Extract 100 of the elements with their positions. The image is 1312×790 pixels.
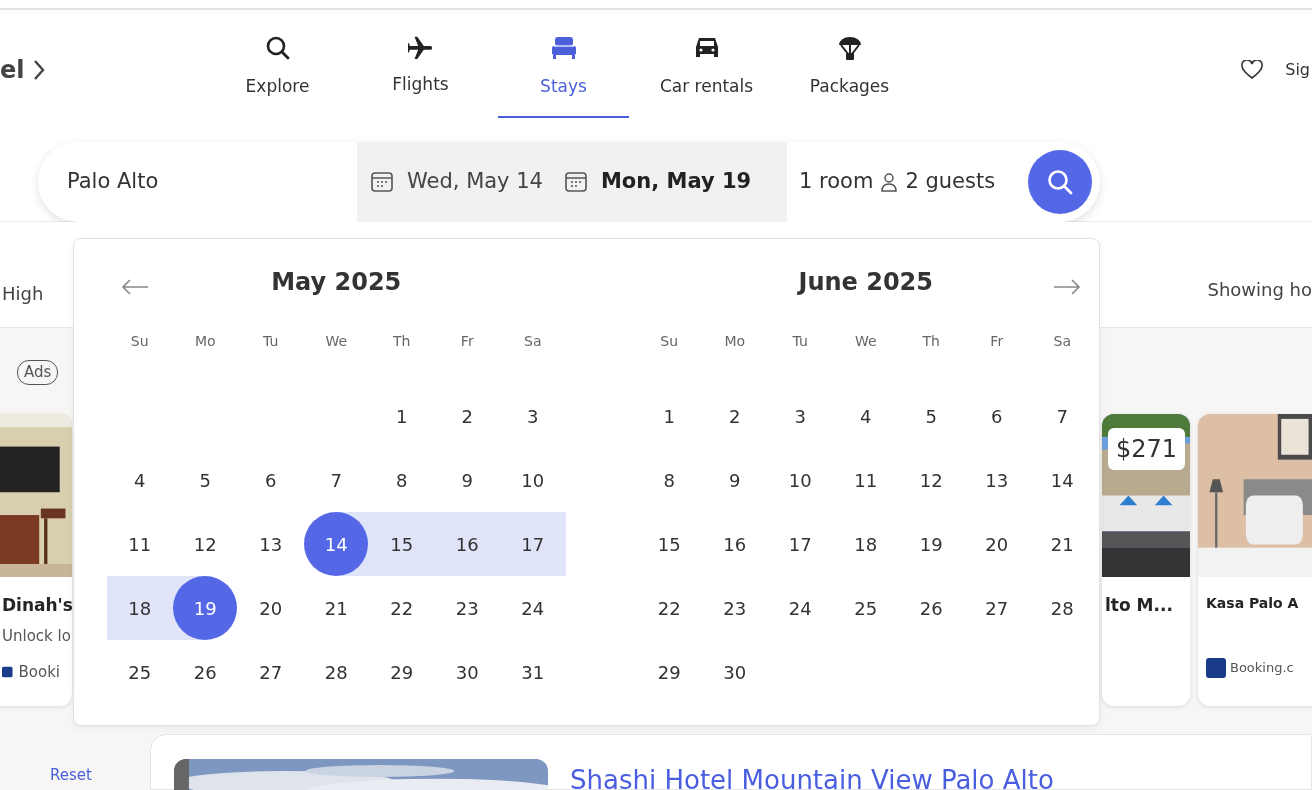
tab[interactable]: Stays — [492, 10, 635, 118]
bed-icon — [549, 34, 578, 62]
calendar-day[interactable]: 26 — [899, 576, 964, 640]
calendar-day[interactable]: 15 — [369, 512, 434, 576]
calendar-day[interactable]: 28 — [1030, 576, 1095, 640]
calendar-day[interactable]: 16 — [435, 512, 500, 576]
calendar-day[interactable]: 14 — [1030, 448, 1095, 512]
calendar-day[interactable]: 6 — [964, 384, 1029, 448]
calendar-day[interactable]: 16 — [702, 512, 767, 576]
calendar-day[interactable]: 12 — [173, 512, 238, 576]
calendar-day[interactable]: 27 — [238, 640, 303, 704]
calendar-day[interactable]: 24 — [768, 576, 833, 640]
calendar-day[interactable]: 17 — [768, 512, 833, 576]
search-button[interactable] — [1028, 150, 1092, 214]
calendar-day[interactable]: 18 — [833, 512, 898, 576]
calendar-day[interactable]: 2 — [702, 384, 767, 448]
calendar-day[interactable]: 4 — [107, 448, 172, 512]
calendar-day[interactable]: 9 — [435, 448, 500, 512]
month-title: June 2025 — [798, 267, 933, 298]
calendar-day[interactable]: 25 — [107, 640, 172, 704]
price-tag: $271 — [1108, 428, 1186, 470]
calendar-day[interactable]: 11 — [107, 512, 172, 576]
calendar-day[interactable]: 29 — [637, 640, 702, 704]
weekday-label: Th — [392, 332, 412, 351]
airplane-icon — [406, 34, 435, 60]
tab[interactable]: Packages — [778, 10, 921, 118]
calendar-day[interactable]: 17 — [500, 512, 565, 576]
calendar-day[interactable]: 31 — [500, 640, 565, 704]
calendar-day[interactable]: 22 — [637, 576, 702, 640]
calendar-day[interactable]: 30 — [435, 640, 500, 704]
calendar-day[interactable]: 21 — [1030, 512, 1095, 576]
calendar-day[interactable]: 23 — [435, 576, 500, 640]
calendar-day[interactable]: 8 — [369, 448, 434, 512]
calendar-day[interactable]: 19 — [173, 576, 238, 640]
calendar-day[interactable]: 7 — [304, 448, 369, 512]
calendar-day[interactable]: 26 — [173, 640, 238, 704]
calendar-day[interactable]: 24 — [500, 576, 565, 640]
heart-icon[interactable] — [1241, 60, 1264, 80]
reset-link[interactable]: Reset — [50, 768, 92, 783]
calendar-day[interactable]: 22 — [369, 576, 434, 640]
calendar-day[interactable]: 15 — [637, 512, 702, 576]
calendar-day[interactable]: 1 — [637, 384, 702, 448]
listing-title[interactable]: Shashi Hotel Mountain View Palo Alto — [570, 767, 1054, 789]
breadcrumb-text[interactable]: el — [0, 52, 25, 88]
calendar-day[interactable]: 12 — [899, 448, 964, 512]
hotel-card[interactable]: Kasa Palo A Booking.c — [1198, 414, 1312, 706]
hotel-card[interactable]: $271 lto M... — [1102, 414, 1190, 706]
weekday-label: We — [324, 332, 349, 351]
calendar-day[interactable]: 1 — [369, 384, 434, 448]
calendar-day[interactable]: 10 — [768, 448, 833, 512]
calendar-day[interactable]: 29 — [369, 640, 434, 704]
source-text: Booking.c — [1230, 659, 1294, 678]
dates-field[interactable]: Wed, May 14 Mon, May 19 — [357, 142, 787, 222]
weekday-label: Sa — [523, 332, 543, 351]
results-text: Showing ho — [1207, 278, 1312, 302]
calendar-day[interactable]: 13 — [238, 512, 303, 576]
calendar-day[interactable]: 9 — [702, 448, 767, 512]
calendar-day[interactable]: 25 — [833, 576, 898, 640]
calendar-day[interactable]: 3 — [768, 384, 833, 448]
tab[interactable]: Explore — [206, 10, 349, 118]
hotel-subtitle: Unlock lo — [1, 625, 72, 647]
calendar-day[interactable]: 20 — [964, 512, 1029, 576]
chevron-right-icon[interactable] — [32, 59, 45, 81]
tab[interactable]: Car rentals — [635, 10, 778, 118]
calendar-day[interactable]: 28 — [304, 640, 369, 704]
calendar-day[interactable]: 27 — [964, 576, 1029, 640]
calendar-day[interactable]: 23 — [702, 576, 767, 640]
calendar-day[interactable]: 20 — [238, 576, 303, 640]
weekday-label: Mo — [193, 332, 217, 351]
calendar-day[interactable]: 5 — [173, 448, 238, 512]
calendar-day[interactable]: 30 — [702, 640, 767, 704]
calendar-day[interactable]: 8 — [637, 448, 702, 512]
calendar-day[interactable]: 19 — [899, 512, 964, 576]
calendar-day[interactable]: 5 — [899, 384, 964, 448]
sign-in-link[interactable]: Sig — [1285, 58, 1310, 82]
previous-month-button[interactable] — [121, 279, 149, 295]
price-sort-label[interactable]: High — [0, 280, 44, 307]
hotel-card[interactable]: Dinah's Unlock lo Booki — [0, 414, 72, 706]
calendar-day[interactable]: 6 — [238, 448, 303, 512]
calendar-day[interactable]: 7 — [1030, 384, 1095, 448]
calendar-day[interactable]: 18 — [107, 576, 172, 640]
ads-tag: Ads — [17, 360, 59, 385]
calendar-day[interactable]: 10 — [500, 448, 565, 512]
weekday-label: Sa — [1052, 332, 1072, 351]
next-month-button[interactable] — [1053, 279, 1081, 295]
destination-field[interactable]: Palo Alto — [38, 166, 357, 198]
calendar-day[interactable]: 2 — [435, 384, 500, 448]
tab[interactable]: Flights — [349, 10, 492, 118]
calendar-day[interactable]: 11 — [833, 448, 898, 512]
weekday-label: Mo — [723, 332, 747, 351]
rooms-guests-field[interactable]: 1 room 2 guests — [787, 166, 996, 198]
calendar-day[interactable]: 14 — [304, 512, 369, 576]
calendar-day[interactable]: 21 — [304, 576, 369, 640]
calendar-day[interactable]: 4 — [833, 384, 898, 448]
check-in-date[interactable]: Wed, May 14 — [407, 166, 543, 198]
arrow-left-icon — [121, 279, 149, 295]
check-out-date[interactable]: Mon, May 19 — [600, 166, 752, 198]
weekday-label: Fr — [459, 332, 475, 351]
calendar-day[interactable]: 13 — [964, 448, 1029, 512]
calendar-day[interactable]: 3 — [500, 384, 565, 448]
